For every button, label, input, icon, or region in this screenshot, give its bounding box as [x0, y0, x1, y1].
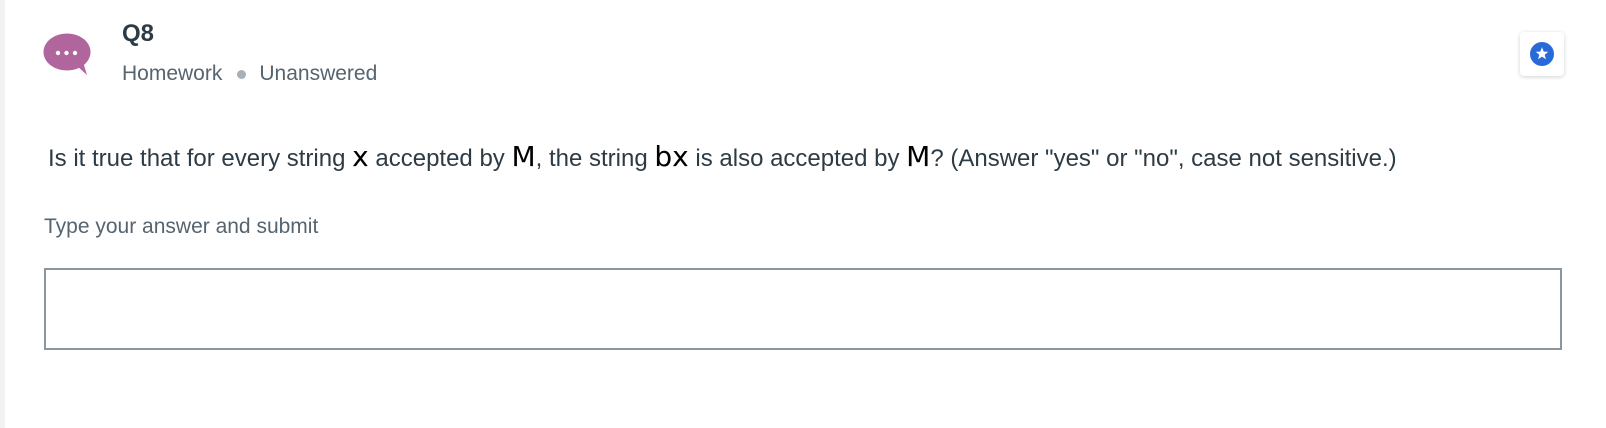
question-text-part: Is it true that for every string — [48, 145, 353, 172]
separator-dot — [237, 69, 247, 79]
question-text-part: , the string — [535, 145, 655, 172]
bookmark-button[interactable] — [1520, 32, 1564, 76]
math-variable-m: M — [906, 140, 931, 173]
question-category: Homework — [122, 62, 223, 85]
question-text-part: is also accepted by — [688, 145, 907, 172]
question-text-part: ? (Answer "yes" or "no", case not sensit… — [930, 145, 1397, 172]
question-meta: Homework Unanswered — [122, 62, 377, 86]
math-variable-x: x — [352, 140, 369, 173]
question-text: Is it true that for every string x accep… — [48, 140, 1397, 173]
question-title: Q8 — [122, 20, 155, 47]
answer-input[interactable] — [44, 268, 1562, 350]
question-status: Unanswered — [259, 62, 378, 85]
star-icon — [1530, 42, 1554, 66]
left-border — [0, 0, 5, 428]
answer-label: Type your answer and submit — [44, 215, 319, 238]
math-variable-m: M — [511, 140, 536, 173]
math-variable-bx: bx — [654, 140, 689, 173]
question-text-part: accepted by — [368, 145, 512, 172]
chat-bubble-icon — [43, 32, 93, 75]
